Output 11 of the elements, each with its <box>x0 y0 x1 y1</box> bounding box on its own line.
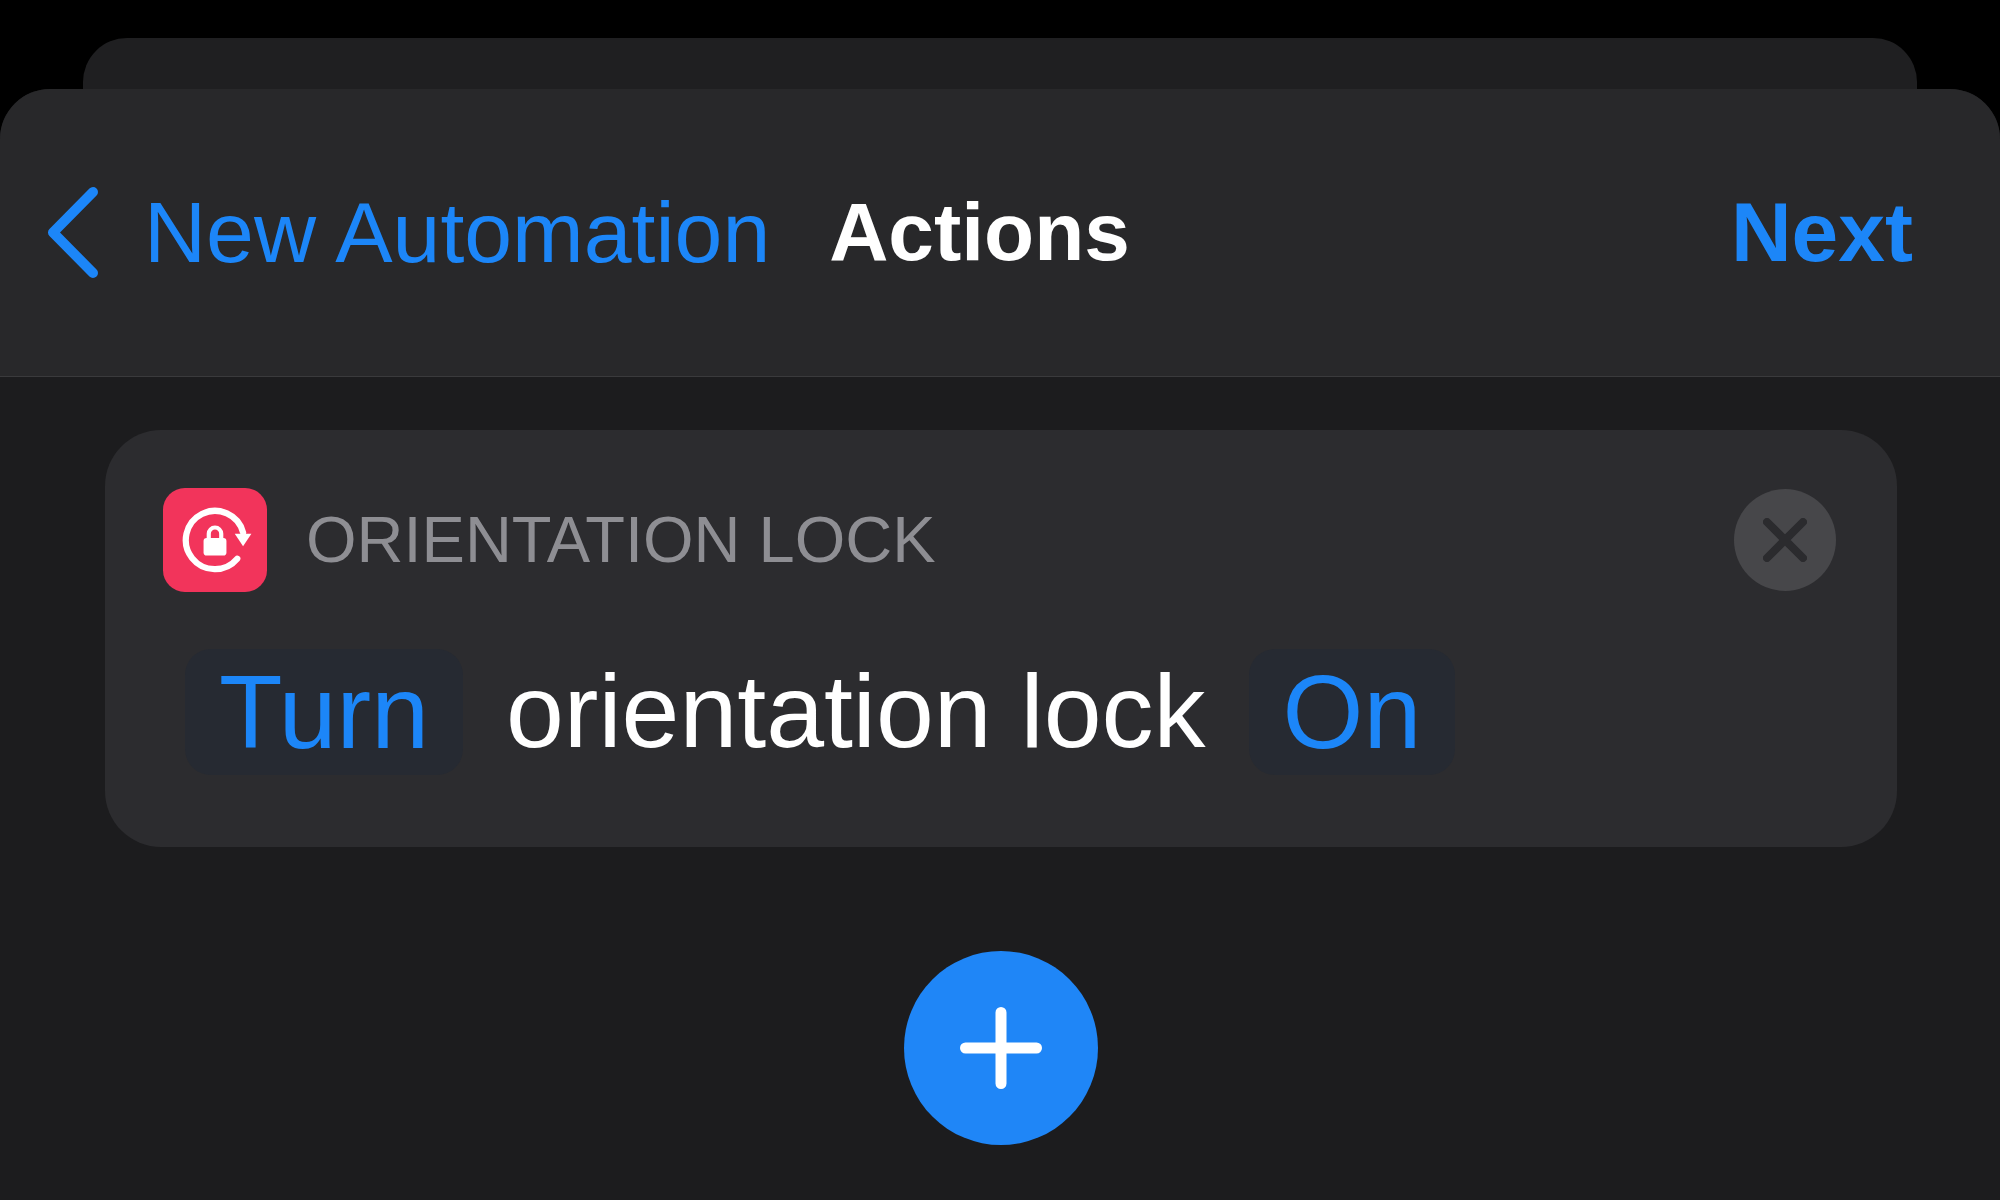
plus-icon <box>960 1007 1042 1089</box>
parameter-button[interactable]: Turn <box>185 649 463 775</box>
next-button[interactable]: Next <box>1730 184 1913 281</box>
parameter-button[interactable]: On <box>1248 649 1456 775</box>
close-icon <box>1763 518 1807 562</box>
action-title: ORIENTATION LOCK <box>306 504 936 576</box>
rotation-lock-icon <box>163 488 267 592</box>
chevron-left-icon <box>46 186 100 279</box>
back-button[interactable]: New Automation <box>46 183 771 282</box>
screen-title: Actions <box>829 185 1130 280</box>
action-text: orientation lock <box>506 652 1206 772</box>
